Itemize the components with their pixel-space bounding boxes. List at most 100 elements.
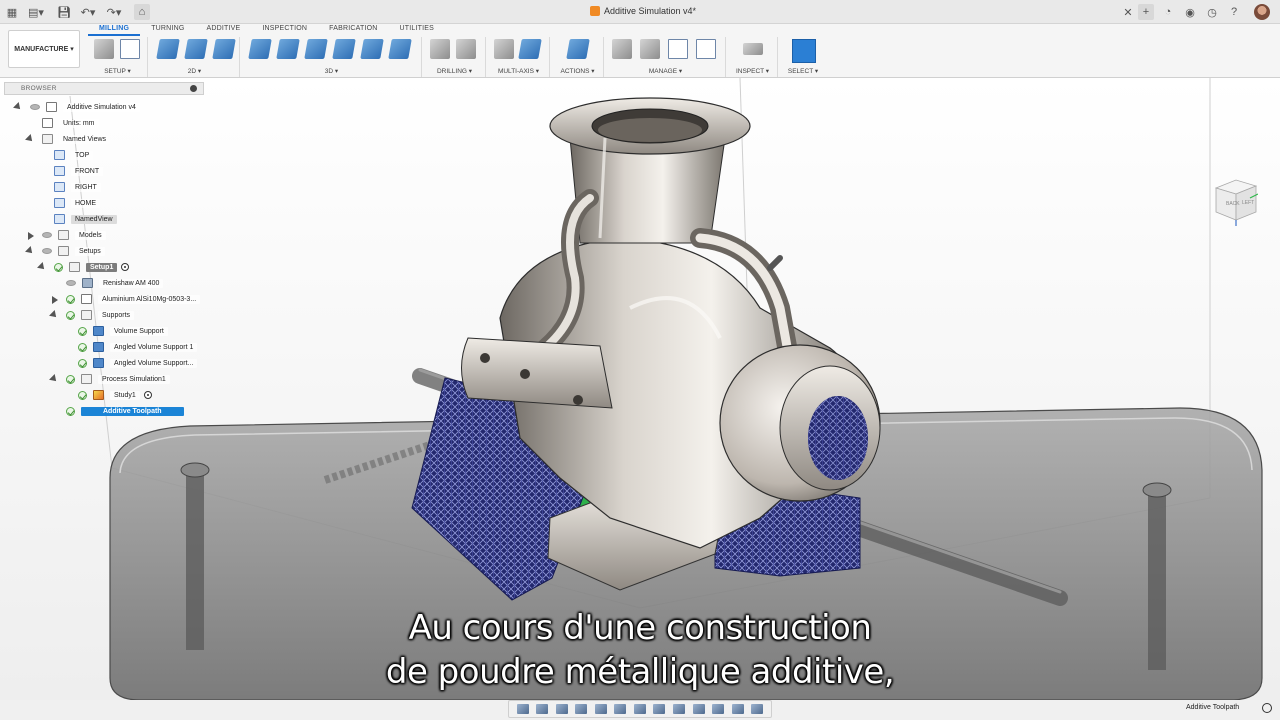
- document-tab[interactable]: Additive Simulation v4*: [590, 6, 696, 16]
- help-icon[interactable]: ?: [1226, 4, 1242, 20]
- tab-additive[interactable]: ADDITIVE: [195, 24, 251, 36]
- browser-header[interactable]: BROWSER: [4, 82, 204, 95]
- extensions-icon[interactable]: ◉: [1182, 4, 1198, 20]
- contour-icon[interactable]: [332, 39, 356, 59]
- setup-folder-icon[interactable]: [94, 39, 114, 59]
- tree-item-units[interactable]: Units: mm: [42, 116, 99, 130]
- 2d-group-label[interactable]: 2D ▾: [150, 67, 239, 75]
- visibility-eye-icon[interactable]: [42, 248, 52, 254]
- job-status-icon[interactable]: ◔: [1160, 4, 1176, 20]
- close-tab-icon[interactable]: ✕: [1120, 4, 1136, 20]
- steep-shallow-icon[interactable]: [304, 39, 328, 59]
- 3d-adaptive-icon[interactable]: [248, 39, 272, 59]
- swarf-icon[interactable]: [494, 39, 514, 59]
- setup-group-label[interactable]: SETUP ▾: [88, 67, 147, 75]
- hole-recognition-icon[interactable]: [456, 39, 476, 59]
- tree-item-root[interactable]: Additive Simulation v4: [30, 100, 140, 114]
- ground-icon[interactable]: [712, 704, 725, 714]
- machine-library-icon[interactable]: [640, 39, 660, 59]
- tree-item-setup1[interactable]: Setup1: [54, 260, 130, 274]
- notifications-icon[interactable]: ◷: [1204, 4, 1220, 20]
- 2d-pocket-icon[interactable]: [184, 39, 208, 59]
- file-menu-icon[interactable]: ▤▾: [28, 4, 44, 20]
- tree-item-view-front[interactable]: FRONT: [54, 164, 104, 178]
- tree-item-angled-support-1[interactable]: Angled Volume Support 1: [78, 340, 198, 354]
- post-library-icon[interactable]: [696, 39, 716, 59]
- scallop-icon[interactable]: [360, 39, 384, 59]
- pan-icon[interactable]: [536, 704, 549, 714]
- tab-fabrication[interactable]: FABRICATION: [318, 24, 388, 36]
- activate-radio-icon[interactable]: [121, 263, 130, 271]
- select-cursor-icon[interactable]: [792, 39, 816, 63]
- redo-icon[interactable]: ↷▾: [106, 4, 122, 20]
- tree-item-supports[interactable]: Supports: [66, 308, 135, 322]
- measure-icon[interactable]: [743, 43, 763, 55]
- status-icon[interactable]: [1262, 703, 1272, 713]
- 3d-group-label[interactable]: 3D ▾: [242, 67, 421, 75]
- section-icon[interactable]: [692, 704, 705, 714]
- tree-item-machine[interactable]: Renishaw AM 400: [66, 276, 164, 290]
- filter-icon[interactable]: [731, 704, 744, 714]
- fit-icon[interactable]: [575, 704, 588, 714]
- manage-group-label[interactable]: MANAGE ▾: [606, 67, 725, 75]
- expand-models-icon[interactable]: [28, 232, 34, 240]
- effects-icon[interactable]: [673, 704, 686, 714]
- undo-icon[interactable]: ↶▾: [80, 4, 96, 20]
- new-tab-icon[interactable]: +: [1138, 4, 1154, 20]
- user-avatar[interactable]: [1254, 4, 1270, 20]
- environment-icon[interactable]: [633, 704, 646, 714]
- app-grid-icon[interactable]: ▦: [4, 4, 20, 20]
- tree-item-view-home[interactable]: HOME: [54, 196, 100, 210]
- face-icon[interactable]: [212, 39, 236, 59]
- tree-item-study1[interactable]: Study1: [78, 388, 152, 402]
- visibility-eye-icon[interactable]: [30, 104, 40, 110]
- display-settings-icon[interactable]: [594, 704, 607, 714]
- tree-item-named-view[interactable]: NamedView: [54, 212, 117, 226]
- activate-radio-icon[interactable]: [143, 391, 152, 399]
- tree-item-models[interactable]: Models: [42, 228, 106, 242]
- tab-inspection[interactable]: INSPECTION: [251, 24, 318, 36]
- viewcube-left-label[interactable]: LEFT: [1242, 200, 1254, 206]
- drilling-group-label[interactable]: DRILLING ▾: [424, 67, 485, 75]
- drill-icon[interactable]: [430, 39, 450, 59]
- tree-item-volume-support[interactable]: Volume Support: [78, 324, 168, 338]
- workspace-switcher-button[interactable]: MANUFACTURE ▾: [8, 30, 80, 68]
- multi-axis-group-label[interactable]: MULTI-AXIS ▾: [488, 67, 549, 75]
- browser-pin-icon[interactable]: [190, 85, 197, 92]
- viewcube-back-label[interactable]: BACK: [1226, 201, 1240, 207]
- visual-style-icon[interactable]: [614, 704, 627, 714]
- camera-icon[interactable]: [751, 704, 764, 714]
- template-library-icon[interactable]: [668, 39, 688, 59]
- 2d-adaptive-icon[interactable]: [156, 39, 180, 59]
- parallel-icon[interactable]: [388, 39, 412, 59]
- document-title: Additive Simulation v4*: [604, 6, 697, 16]
- tree-item-view-top[interactable]: TOP: [54, 148, 94, 162]
- multi-axis-contour-icon[interactable]: [518, 39, 542, 59]
- orbit-icon[interactable]: [653, 704, 666, 714]
- tab-milling[interactable]: MILLING: [88, 24, 141, 36]
- tool-library-icon[interactable]: [612, 39, 632, 59]
- visibility-eye-icon[interactable]: [42, 232, 52, 238]
- setup-sheet-icon[interactable]: [120, 39, 140, 59]
- tree-item-additive-toolpath[interactable]: Additive Toolpath: [66, 404, 184, 418]
- tab-utilities[interactable]: UTILITIES: [389, 24, 445, 36]
- save-icon[interactable]: 💾︎: [56, 4, 72, 20]
- tree-item-view-right[interactable]: RIGHT: [54, 180, 101, 194]
- select-group-label[interactable]: SELECT ▾: [780, 67, 826, 75]
- grid-snap-icon[interactable]: [516, 704, 529, 714]
- tree-item-named-views[interactable]: Named Views: [42, 132, 111, 146]
- tree-item-material[interactable]: Aluminium AlSi10Mg-0503-3...: [66, 292, 201, 306]
- actions-group-label[interactable]: ACTIONS ▾: [552, 67, 603, 75]
- tree-item-setups[interactable]: Setups: [42, 244, 105, 258]
- tree-item-angled-support-2[interactable]: Angled Volume Support...: [78, 356, 198, 370]
- visibility-eye-icon[interactable]: [66, 280, 76, 286]
- tab-turning[interactable]: TURNING: [140, 24, 195, 36]
- simulate-icon[interactable]: [566, 39, 590, 59]
- home-icon[interactable]: ⌂: [134, 4, 150, 20]
- viewcube[interactable]: BACK LEFT: [1212, 176, 1258, 226]
- tree-item-process-simulation[interactable]: Process Simulation1: [66, 372, 170, 386]
- expand-material-icon[interactable]: [52, 296, 58, 304]
- zoom-icon[interactable]: [555, 704, 568, 714]
- 3d-pocket-icon[interactable]: [276, 39, 300, 59]
- inspect-group-label[interactable]: INSPECT ▾: [728, 67, 777, 75]
